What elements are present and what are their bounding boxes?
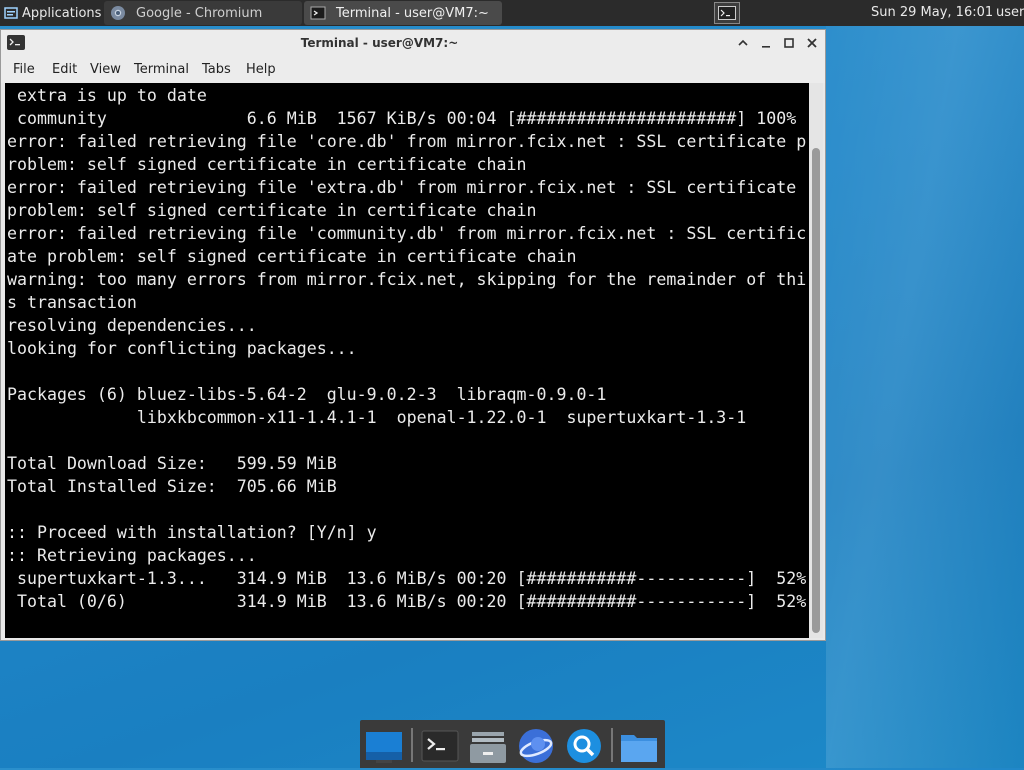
terminal-line: warning: too many errors from mirror.fci… — [7, 270, 807, 289]
terminal-line: libxkbcommon-x11-1.4.1-1 openal-1.22.0-1… — [7, 408, 747, 427]
top-panel: Applications Google - Chromium Terminal … — [0, 0, 1024, 26]
terminal-small-icon — [718, 6, 736, 20]
web-browser-icon[interactable] — [516, 726, 556, 766]
menu-tabs[interactable]: Tabs — [202, 57, 231, 83]
minimize-icon[interactable] — [756, 33, 776, 53]
terminal-line: problem: self signed certificate in cert… — [7, 201, 537, 220]
menu-edit[interactable]: Edit — [52, 57, 77, 83]
terminal-line: error: failed retrieving file 'community… — [7, 224, 807, 243]
menu-terminal[interactable]: Terminal — [134, 57, 189, 83]
dock — [360, 720, 665, 768]
vertical-scrollbar[interactable] — [809, 83, 823, 638]
terminal-line: Packages (6) bluez-libs-5.64-2 glu-9.0.2… — [7, 385, 607, 404]
taskbar-chromium-label: Google - Chromium — [136, 5, 263, 21]
terminal-line: Total Download Size: 599.59 MiB — [7, 454, 337, 473]
terminal-line: s transaction — [7, 293, 137, 312]
close-icon[interactable] — [802, 33, 822, 53]
terminal-icon[interactable] — [420, 726, 460, 766]
menu-help[interactable]: Help — [246, 57, 276, 83]
terminal-line: :: Proceed with installation? [Y/n] y — [7, 523, 377, 542]
terminal-line: community 6.6 MiB 1567 KiB/s 00:04 [####… — [7, 109, 797, 128]
desktop-icon[interactable] — [364, 726, 404, 766]
terminal-line: :: Retrieving packages... — [7, 546, 257, 565]
terminal-line: Total Installed Size: 705.66 MiB — [7, 477, 337, 496]
menu-bar: File Edit View Terminal Tabs Help — [1, 57, 825, 83]
terminal-line: error: failed retrieving file 'extra.db'… — [7, 178, 797, 197]
app-finder-icon[interactable] — [564, 726, 604, 766]
applications-menu-button[interactable]: Applications — [0, 0, 102, 26]
dock-separator — [611, 728, 613, 762]
file-manager-icon[interactable] — [468, 726, 508, 766]
terminal-output[interactable]: extra is up to date community 6.6 MiB 15… — [5, 83, 809, 638]
taskbar-chromium[interactable]: Google - Chromium — [104, 1, 302, 25]
clock[interactable]: Sun 29 May, 16:01 — [871, 0, 993, 26]
menu-file[interactable]: File — [13, 57, 35, 83]
window-title: Terminal - user@VM7:~ — [300, 36, 459, 50]
user-menu[interactable]: user — [996, 0, 1024, 26]
applications-icon — [4, 6, 18, 20]
terminal-line: supertuxkart-1.3... 314.9 MiB 13.6 MiB/s… — [7, 569, 807, 588]
maximize-icon[interactable] — [779, 33, 799, 53]
terminal-icon — [310, 5, 326, 21]
chromium-icon — [110, 5, 126, 21]
taskbar-terminal[interactable]: Terminal - user@VM7:~ — [304, 1, 502, 25]
terminal-line: ate problem: self signed certificate in … — [7, 247, 577, 266]
dock-separator — [411, 728, 413, 762]
taskbar-terminal-label: Terminal - user@VM7:~ — [336, 5, 489, 21]
terminal-window: Terminal - user@VM7:~ File Edit View Ter… — [0, 29, 826, 641]
chevron-up-icon[interactable] — [733, 33, 753, 53]
terminal-line: extra is up to date — [7, 86, 207, 105]
menu-view[interactable]: View — [90, 57, 121, 83]
terminal-text: extra is up to date community 6.6 MiB 15… — [7, 84, 806, 613]
applications-label: Applications — [22, 5, 102, 21]
terminal-line: error: failed retrieving file 'core.db' … — [7, 132, 807, 151]
window-titlebar[interactable]: Terminal - user@VM7:~ — [1, 30, 825, 57]
terminal-line: roblem: self signed certificate in certi… — [7, 155, 527, 174]
desktop-background — [826, 26, 1024, 768]
terminal-line: resolving dependencies... — [7, 316, 257, 335]
terminal-launcher-button[interactable] — [714, 2, 740, 24]
scrollbar-thumb[interactable] — [812, 148, 820, 633]
terminal-line: Total (0/6) 314.9 MiB 13.6 MiB/s 00:20 [… — [7, 592, 807, 611]
folder-icon[interactable] — [619, 726, 659, 766]
terminal-line: looking for conflicting packages... — [7, 339, 357, 358]
